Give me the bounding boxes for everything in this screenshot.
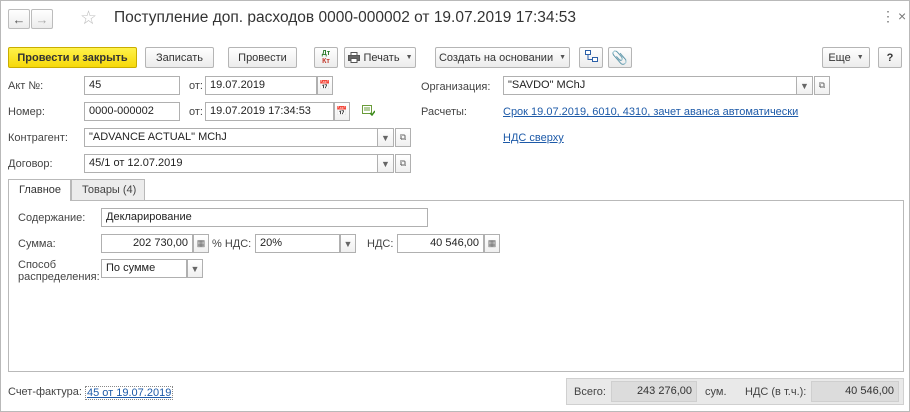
arrow-left-icon: ←: [12, 11, 26, 27]
counterparty-label: Контрагент:: [8, 132, 68, 144]
sum-label: Сумма:: [18, 238, 56, 250]
dt-kt-icon: Дт: [321, 49, 331, 57]
more-vertical-icon[interactable]: ⋮: [881, 8, 895, 25]
invoice-label: Счет-фактура:: [8, 386, 82, 398]
sum-field[interactable]: 202 730,00: [101, 234, 193, 253]
chevron-down-icon[interactable]: ▼: [378, 128, 394, 147]
number-field[interactable]: 0000-000002: [84, 102, 180, 121]
print-button[interactable]: Печать ▼: [344, 47, 416, 68]
chevron-down-icon: ▼: [405, 54, 413, 61]
printer-icon: [347, 52, 360, 63]
document-window: ← → ☆ Поступление доп. расходов 0000-000…: [0, 0, 910, 412]
vat-included-field: 40 546,00: [811, 381, 899, 402]
totals-bar: Всего: 243 276,00 сум. НДС (в т.ч.): 40 …: [566, 378, 904, 405]
chevron-down-icon: ▼: [856, 54, 864, 61]
contract-label: Договор:: [8, 158, 53, 170]
vat-rate-label: % НДС:: [212, 238, 252, 250]
counterparty-field[interactable]: "ADVANCE ACTUAL" MChJ: [84, 128, 378, 147]
vat-field[interactable]: 40 546,00: [397, 234, 484, 253]
calendar-icon[interactable]: 📅: [317, 76, 333, 95]
dt-kt-button[interactable]: Дт Кт: [314, 47, 338, 68]
post-and-close-button[interactable]: Провести и закрыть: [8, 47, 137, 68]
save-button[interactable]: Записать: [145, 47, 214, 68]
forward-button[interactable]: →: [31, 9, 53, 29]
more-button[interactable]: Еще ▼: [822, 47, 870, 68]
currency-label: сум.: [705, 386, 727, 398]
attach-button[interactable]: 📎: [608, 47, 632, 68]
tab-goods[interactable]: Товары (4): [71, 179, 145, 200]
contract-field[interactable]: 45/1 от 12.07.2019: [84, 154, 378, 173]
akt-date-label: от:: [189, 80, 203, 92]
number-date-label: от:: [189, 106, 203, 118]
vat-on-top-link[interactable]: НДС сверху: [503, 132, 564, 144]
paperclip-icon: 📎: [611, 49, 629, 65]
create-based-on-button[interactable]: Создать на основании ▼: [435, 47, 570, 68]
calculator-icon[interactable]: ▦: [193, 234, 209, 253]
document-structure-icon: [584, 50, 598, 65]
organization-field[interactable]: "SAVDO" MChJ: [503, 76, 797, 95]
distribution-method-label: Способ распределения:: [18, 259, 100, 283]
document-status-icon[interactable]: [362, 104, 376, 119]
page-title: Поступление доп. расходов 0000-000002 от…: [114, 9, 577, 26]
settlements-link[interactable]: Срок 19.07.2019, 6010, 4310, зачет аванс…: [503, 106, 798, 118]
invoice-link[interactable]: 45 от 19.07.2019: [85, 386, 174, 400]
chevron-down-icon: ▼: [559, 54, 567, 61]
total-field: 243 276,00: [611, 381, 697, 402]
akt-number-field[interactable]: 45: [84, 76, 180, 95]
settlements-label: Расчеты:: [421, 106, 467, 118]
structure-button[interactable]: [579, 47, 603, 68]
akt-label: Акт №:: [8, 80, 44, 92]
main-tab-panel: Содержание: Декларирование Сумма: 202 73…: [8, 200, 904, 372]
open-link-icon[interactable]: ⧉: [395, 154, 411, 173]
calendar-icon[interactable]: 📅: [334, 102, 350, 121]
chevron-down-icon[interactable]: ▼: [340, 234, 356, 253]
content-field[interactable]: Декларирование: [101, 208, 428, 227]
distribution-method-field[interactable]: По сумме: [101, 259, 187, 278]
chevron-down-icon[interactable]: ▼: [187, 259, 203, 278]
open-link-icon[interactable]: ⧉: [814, 76, 830, 95]
tab-main[interactable]: Главное: [8, 179, 71, 201]
arrow-right-icon: →: [35, 11, 49, 27]
content-label: Содержание:: [18, 212, 86, 224]
number-label: Номер:: [8, 106, 45, 118]
chevron-down-icon[interactable]: ▼: [797, 76, 813, 95]
favorite-star-icon[interactable]: ☆: [80, 7, 97, 30]
post-button[interactable]: Провести: [228, 47, 297, 68]
organization-label: Организация:: [421, 81, 491, 93]
open-link-icon[interactable]: ⧉: [395, 128, 411, 147]
vat-label: НДС:: [367, 238, 394, 250]
number-date-field[interactable]: 19.07.2019 17:34:53: [205, 102, 334, 121]
total-label: Всего:: [574, 386, 606, 398]
close-icon[interactable]: ×: [898, 8, 906, 24]
vat-rate-field[interactable]: 20%: [255, 234, 340, 253]
vat-included-label: НДС (в т.ч.):: [745, 386, 807, 398]
back-button[interactable]: ←: [8, 9, 30, 29]
chevron-down-icon[interactable]: ▼: [378, 154, 394, 173]
akt-date-field[interactable]: 19.07.2019: [205, 76, 317, 95]
help-button[interactable]: ?: [878, 47, 902, 68]
calculator-icon[interactable]: ▦: [484, 234, 500, 253]
